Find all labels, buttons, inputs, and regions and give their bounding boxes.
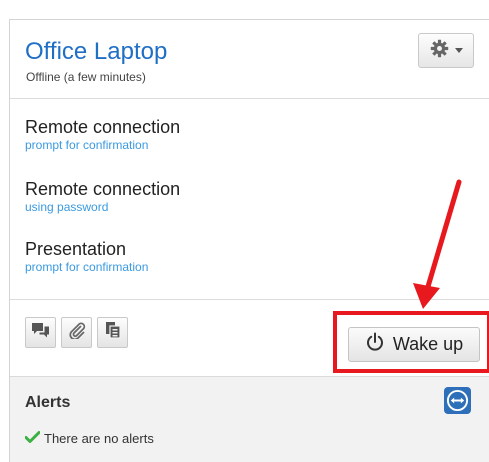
attach-file-button[interactable]: [61, 317, 92, 348]
actions-divider: [10, 299, 489, 300]
teamviewer-logo-icon[interactable]: [444, 387, 471, 414]
action-subtitle: prompt for confirmation: [25, 138, 149, 152]
action-remote-connection-confirm[interactable]: Remote connection prompt for confirmatio…: [25, 116, 180, 152]
copy-icon: [105, 321, 121, 344]
action-subtitle: prompt for confirmation: [25, 260, 149, 274]
action-presentation[interactable]: Presentation prompt for confirmation: [25, 238, 148, 274]
power-icon: [365, 332, 385, 357]
alerts-message-text: There are no alerts: [44, 431, 154, 446]
wake-up-button[interactable]: Wake up: [348, 327, 480, 362]
action-subtitle: using password: [25, 200, 109, 214]
device-status: Offline (a few minutes): [26, 70, 146, 84]
device-panel: Office Laptop Offline (a few minutes) Re…: [9, 19, 489, 462]
alerts-title: Alerts: [25, 394, 71, 411]
checkmark-icon: [24, 431, 41, 446]
action-title: Remote connection: [25, 117, 181, 137]
chat-icon: [31, 322, 50, 344]
action-title: Remote connection: [25, 179, 181, 199]
settings-menu-button[interactable]: [418, 33, 474, 68]
chat-button[interactable]: [25, 317, 56, 348]
caret-down-icon: [454, 48, 463, 53]
device-name[interactable]: Office Laptop: [25, 38, 167, 66]
action-remote-connection-password[interactable]: Remote connection using password: [25, 178, 180, 214]
wake-up-label: Wake up: [392, 334, 464, 354]
paperclip-icon: [68, 321, 86, 344]
copy-button[interactable]: [97, 317, 128, 348]
gear-icon: [430, 39, 449, 63]
alerts-section: Alerts There are no alerts: [10, 376, 489, 462]
alerts-message: There are no alerts: [24, 431, 154, 446]
header-divider: [10, 98, 489, 99]
action-title: Presentation: [25, 239, 127, 259]
